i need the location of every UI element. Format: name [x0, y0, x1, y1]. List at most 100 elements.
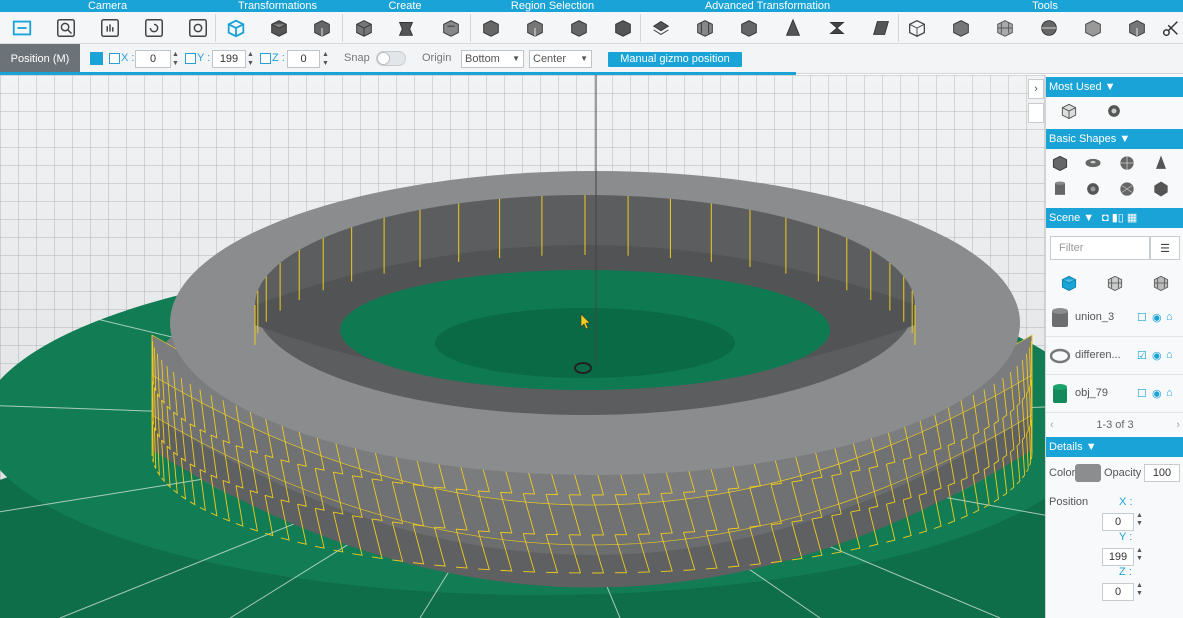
subdivide-icon — [697, 20, 713, 37]
shape-torus-button[interactable] — [1082, 152, 1104, 174]
camera-pan-button[interactable] — [96, 15, 124, 41]
select-region-edge-button[interactable] — [565, 15, 593, 41]
detail-x-stepper[interactable]: ▲ ▼ — [1136, 512, 1143, 528]
select-region-face-button[interactable] — [521, 15, 549, 41]
y-position-input[interactable]: 199 — [212, 50, 246, 68]
object-select-checkbox[interactable]: ☐ — [1137, 311, 1147, 324]
object-select-checkbox[interactable]: ☐ — [1137, 387, 1147, 400]
toolbar-separator — [342, 14, 343, 42]
view-toggle-icon[interactable]: ◘ ▮▯ ▦ — [1102, 208, 1137, 228]
z-lock-checkbox[interactable] — [260, 53, 271, 64]
most-used-cube-button[interactable] — [1058, 100, 1080, 122]
lock-icon[interactable]: ⌂ — [1166, 387, 1173, 399]
scene-view-grid-button[interactable] — [1150, 272, 1172, 294]
shape-cube-button[interactable] — [1049, 152, 1071, 174]
3d-viewport[interactable] — [0, 75, 1045, 618]
scene-filter-input[interactable]: Filter — [1050, 236, 1150, 260]
tool-wireframe-button[interactable] — [903, 15, 931, 41]
camera-rotate-button[interactable] — [140, 15, 168, 41]
x-stepper[interactable]: ▲ ▼ — [171, 50, 180, 68]
origin-vertical-select[interactable]: Bottom ▼ — [461, 50, 524, 68]
origin-label: Origin — [422, 52, 452, 64]
orbit-icon — [189, 19, 207, 37]
x-lock-checkbox[interactable] — [109, 53, 120, 64]
snap-toggle[interactable] — [376, 51, 406, 66]
chevron-left-icon[interactable]: ‹ — [1050, 415, 1054, 435]
opacity-input[interactable]: 100 — [1144, 464, 1180, 482]
tool-sphere-button[interactable] — [1035, 15, 1063, 41]
shape-polyhedron-button[interactable] — [1150, 178, 1172, 200]
ring-thumb-icon — [1050, 348, 1070, 364]
scene-pager: ‹ 1-3 of 3 › — [1046, 415, 1183, 435]
camera-zoom-button[interactable] — [52, 15, 80, 41]
shape-geosphere-button[interactable] — [1116, 178, 1138, 200]
scene-object-row[interactable]: obj_79 ☐ ◉ ⌂ — [1046, 375, 1183, 413]
basic-shapes-header[interactable]: Basic Shapes ▼ — [1046, 129, 1183, 149]
lock-icon[interactable]: ⌂ — [1166, 349, 1173, 361]
sphere-icon — [1120, 156, 1134, 170]
object-select-checkbox[interactable]: ☑ — [1137, 349, 1147, 362]
advanced-cone-button[interactable] — [779, 15, 807, 41]
detail-z-stepper[interactable]: ▲ ▼ — [1136, 582, 1143, 598]
shape-knot-button[interactable] — [1082, 178, 1104, 200]
toolbar-separator — [215, 14, 216, 42]
chevron-right-icon[interactable]: › — [1176, 415, 1180, 435]
transform-scale-button[interactable] — [308, 15, 336, 41]
detail-y-input[interactable]: 199 — [1102, 548, 1134, 566]
detail-z-input[interactable]: 0 — [1102, 583, 1134, 601]
z-stepper[interactable]: ▲ ▼ — [321, 50, 330, 68]
detail-x-input[interactable]: 0 — [1102, 513, 1134, 531]
eye-icon[interactable]: ◉ — [1152, 311, 1162, 324]
create-shape-button[interactable] — [437, 15, 465, 41]
eye-icon[interactable]: ◉ — [1152, 387, 1162, 400]
tool-cut-button[interactable] — [1160, 15, 1182, 41]
details-header[interactable]: Details ▼ — [1046, 437, 1183, 457]
scene-object-row[interactable]: union_3 ☐ ◉ ⌂ — [1046, 299, 1183, 337]
eye-icon[interactable]: ◉ — [1152, 349, 1162, 362]
manual-gizmo-button[interactable]: Manual gizmo position — [608, 52, 742, 67]
cube-icon — [1052, 155, 1068, 171]
create-cube-button[interactable] — [350, 15, 378, 41]
color-swatch[interactable] — [1075, 464, 1101, 482]
tool-measure-button[interactable] — [1079, 15, 1107, 41]
most-used-sphere-button[interactable] — [1103, 100, 1125, 122]
create-prism-button[interactable] — [392, 15, 420, 41]
camera-default-view-button[interactable] — [8, 15, 36, 41]
x-position-input[interactable]: 0 — [135, 50, 171, 68]
shape-cone-button[interactable] — [1150, 152, 1172, 174]
tool-box-button[interactable] — [1123, 15, 1151, 41]
basic-shapes-title: Basic Shapes — [1049, 133, 1117, 145]
scene-object-row[interactable]: differen... ☑ ◉ ⌂ — [1046, 337, 1183, 375]
advanced-slant-button[interactable] — [867, 15, 895, 41]
lock-icon[interactable]: ⌂ — [1166, 311, 1173, 323]
transform-rotate-button[interactable] — [265, 15, 293, 41]
y-stepper[interactable]: ▲ ▼ — [246, 50, 255, 68]
advanced-twist-button[interactable] — [823, 15, 851, 41]
transform-move-button[interactable] — [222, 15, 250, 41]
scene-view-wire-button[interactable] — [1104, 272, 1126, 294]
origin-horizontal-select[interactable]: Center ▼ — [529, 50, 592, 68]
select-region-button[interactable] — [477, 15, 505, 41]
camera-orbit-button[interactable] — [184, 15, 212, 41]
z-position-input[interactable]: 0 — [287, 50, 320, 68]
y-lock-checkbox[interactable] — [185, 53, 196, 64]
select-region-vertex-button[interactable] — [609, 15, 637, 41]
advanced-subdivide-button[interactable] — [691, 15, 719, 41]
advanced-bevel-button[interactable] — [735, 15, 763, 41]
scene-view-solid-button[interactable] — [1058, 272, 1080, 294]
tool-solid-button[interactable] — [947, 15, 975, 41]
snap-label: Snap — [344, 52, 370, 64]
shape-sphere-button[interactable] — [1116, 152, 1138, 174]
position-reset-button[interactable] — [90, 52, 103, 65]
region-select-icon — [483, 20, 499, 37]
detail-y-stepper[interactable]: ▲ ▼ — [1136, 547, 1143, 563]
most-used-header[interactable]: Most Used ▼ — [1046, 77, 1183, 97]
tool-grid-button[interactable] — [991, 15, 1019, 41]
filter-options-button[interactable]: ☰ — [1150, 236, 1180, 260]
shape-cylinder-button[interactable] — [1049, 178, 1071, 200]
panel-toggle-button[interactable] — [1028, 103, 1044, 123]
panel-collapse-button[interactable]: › — [1028, 79, 1044, 99]
advanced-extrude-button[interactable] — [647, 15, 675, 41]
group-region-selection: Region Selection — [510, 0, 595, 12]
scene-header[interactable]: Scene ▼ ◘ ▮▯ ▦ — [1046, 208, 1183, 228]
